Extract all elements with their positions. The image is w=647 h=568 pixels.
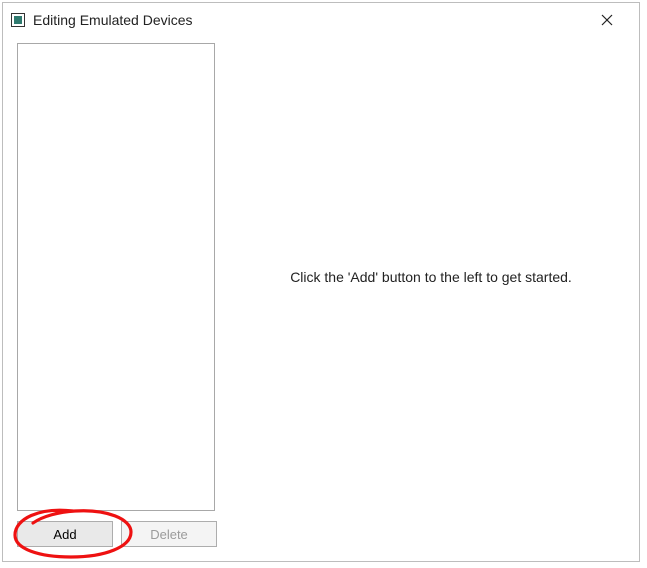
- instructions-panel: Click the 'Add' button to the left to ge…: [237, 43, 625, 511]
- device-list[interactable]: [17, 43, 215, 511]
- window-frame: Editing Emulated Devices Add Delete Clic…: [2, 2, 640, 562]
- app-icon: [11, 13, 25, 27]
- close-icon: [601, 14, 613, 26]
- content-area: Add Delete Click the 'Add' button to the…: [17, 43, 625, 547]
- close-button[interactable]: [587, 6, 627, 34]
- instructions-text: Click the 'Add' button to the left to ge…: [290, 269, 572, 285]
- button-row: Add Delete: [17, 521, 217, 547]
- add-button[interactable]: Add: [17, 521, 113, 547]
- delete-button: Delete: [121, 521, 217, 547]
- title-left: Editing Emulated Devices: [11, 12, 193, 28]
- title-bar: Editing Emulated Devices: [3, 3, 639, 37]
- window-title: Editing Emulated Devices: [33, 12, 193, 28]
